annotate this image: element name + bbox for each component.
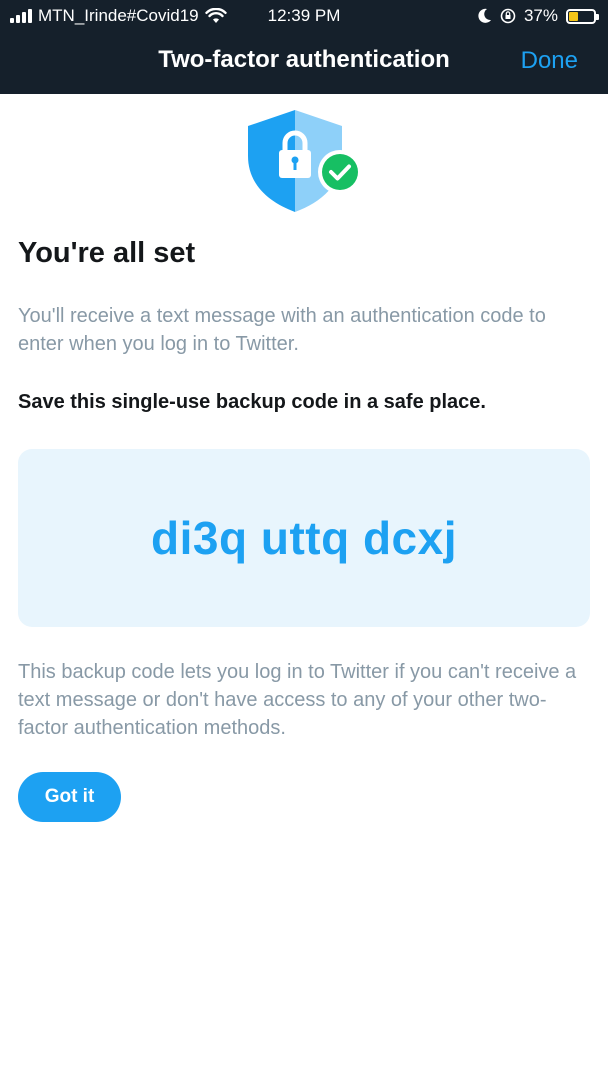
- heading: You're all set: [18, 237, 196, 269]
- moon-icon: [478, 8, 491, 23]
- save-instruction: Save this single-use backup code in a sa…: [18, 391, 486, 413]
- description-text: You'll receive a text message with an au…: [18, 305, 546, 355]
- status-right: 37%: [478, 6, 599, 26]
- shield-lock-icon: [244, 108, 364, 214]
- backup-code[interactable]: di3q uttq dcxj: [151, 511, 457, 565]
- battery-icon: [566, 8, 599, 24]
- page-title: Two-factor authentication: [158, 46, 450, 73]
- top-bar: MTN_Irinde#Covid19 12:39 PM 37% Two-fact…: [0, 0, 608, 94]
- check-icon: [322, 154, 358, 190]
- status-bar: MTN_Irinde#Covid19 12:39 PM 37%: [0, 0, 608, 32]
- backup-code-box: di3q uttq dcxj: [18, 449, 590, 627]
- done-button[interactable]: Done: [521, 47, 578, 75]
- battery-fill: [569, 11, 578, 21]
- battery-percent: 37%: [523, 6, 558, 25]
- got-it-button[interactable]: Got it: [18, 772, 121, 822]
- backup-description: This backup code lets you log in to Twit…: [18, 661, 577, 739]
- orientation-lock-icon: [500, 8, 516, 24]
